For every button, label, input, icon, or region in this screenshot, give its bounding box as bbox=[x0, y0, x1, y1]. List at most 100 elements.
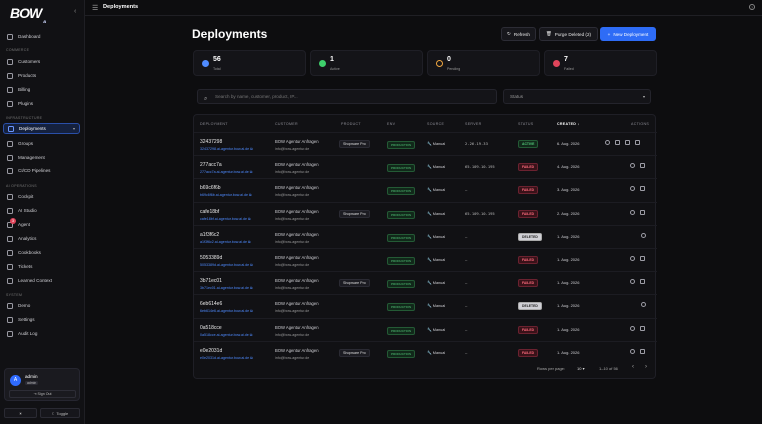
deployment-domain-link[interactable]: b69c6f6b.ai-agentur.bow.ai.de ⧉ bbox=[200, 193, 252, 197]
deployment-domain-link[interactable]: 277acc7a.ai-agentur.bow.ai.de ⧉ bbox=[200, 170, 252, 174]
next-page-button[interactable]: › bbox=[645, 364, 647, 370]
row-actions bbox=[641, 302, 646, 308]
refresh-button[interactable]: ↻ Refresh bbox=[501, 27, 536, 41]
sidebar-item-analytics[interactable]: Analytics bbox=[3, 233, 80, 244]
col-product[interactable]: PRODUCT bbox=[341, 122, 361, 126]
deployment-id[interactable]: 3b71ec01 bbox=[200, 278, 222, 284]
trash-icon[interactable] bbox=[640, 325, 645, 331]
sidebar-item-plugins[interactable]: Plugins bbox=[3, 98, 80, 109]
help-icon[interactable]: ? bbox=[749, 4, 755, 10]
terminal-icon[interactable] bbox=[615, 140, 620, 145]
menu-icon[interactable]: ☰ bbox=[92, 4, 98, 12]
sidebar-item-learned-context[interactable]: Learned Context bbox=[3, 275, 80, 286]
deployment-id[interactable]: b69c6f6b bbox=[200, 185, 221, 191]
col-created[interactable]: CREATED ↓ bbox=[557, 122, 580, 126]
status-filter-select[interactable]: Status ▾ bbox=[503, 89, 651, 104]
sidebar-item-cockpit[interactable]: Cockpit bbox=[3, 191, 80, 202]
brand-logo[interactable]: BOW AI bbox=[10, 5, 60, 24]
search-input[interactable]: ⌕ Search by name, customer, product, IP..… bbox=[197, 89, 497, 104]
sidebar-item-groups[interactable]: Groups bbox=[3, 138, 80, 149]
purge-deleted-button[interactable]: 🗑 Purge Deleted (2) bbox=[539, 27, 598, 41]
sidebar-item-ai-studio[interactable]: AI Studio bbox=[3, 205, 80, 216]
table-row[interactable]: b69c6f6b b69c6f6b.ai-agentur.bow.ai.de ⧉ B… bbox=[194, 178, 657, 201]
trash-icon[interactable] bbox=[640, 209, 645, 215]
deployment-id[interactable]: cafe18bf bbox=[200, 209, 219, 215]
deployment-domain-link[interactable]: 32437298.ai-agentur.bow.ai.de ⧉ bbox=[200, 147, 253, 151]
deployment-id[interactable]: 6eb614e6 bbox=[200, 301, 222, 307]
server-ip: — bbox=[465, 257, 468, 262]
table-row[interactable]: cafe18bf cafe18bf.ai-agentur.bow.ai.de ⧉ B… bbox=[194, 201, 657, 225]
col-status[interactable]: STATUS bbox=[518, 122, 533, 126]
deployment-id[interactable]: 5053389d bbox=[200, 255, 222, 261]
sidebar-item-cicd[interactable]: CI/CD Pipelines bbox=[3, 165, 80, 176]
table-row[interactable]: 0a518cce 0a518cce.ai-agentur.bow.ai.de ⧉ B… bbox=[194, 317, 657, 341]
deployment-domain-link[interactable]: 5053389d.ai-agentur.bow.ai.de ⧉ bbox=[200, 263, 253, 267]
view-icon[interactable] bbox=[630, 186, 635, 192]
rows-per-page-select[interactable]: 10 ▾ bbox=[577, 366, 585, 371]
col-source[interactable]: SOURCE bbox=[427, 122, 444, 126]
view-icon[interactable] bbox=[641, 232, 646, 238]
collapse-sidebar-icon[interactable]: ‹ bbox=[74, 8, 76, 15]
trash-icon[interactable] bbox=[640, 163, 645, 169]
sidebar-item-products[interactable]: Products bbox=[3, 70, 80, 81]
deployment-domain-link[interactable]: 6eb614e6.ai-agentur.bow.ai.de ⧉ bbox=[200, 309, 253, 313]
server-ip: 2.26.19.33 bbox=[465, 141, 488, 146]
deployment-domain-link[interactable]: a1f3f6c2.ai-agentur.bow.ai.de ⧉ bbox=[200, 240, 251, 244]
deployment-domain-link[interactable]: e0e2031d.ai-agentur.bow.ai.de ⧉ bbox=[200, 356, 253, 360]
table-row[interactable]: 5053389d 5053389d.ai-agentur.bow.ai.de ⧉ B… bbox=[194, 248, 657, 271]
theme-toggle-button[interactable]: ☾ Toggle bbox=[40, 408, 80, 418]
sidebar-item-management[interactable]: Management bbox=[3, 152, 80, 163]
sidebar-item-demo[interactable]: Demo bbox=[3, 300, 80, 311]
deployment-id[interactable]: e0e2031d bbox=[200, 348, 222, 354]
sidebar-item-tickets[interactable]: Tickets bbox=[3, 261, 80, 272]
prev-page-button[interactable]: ‹ bbox=[632, 364, 634, 370]
trash-icon[interactable] bbox=[640, 348, 645, 354]
deployment-domain-link[interactable]: 0a518cce.ai-agentur.bow.ai.de ⧉ bbox=[200, 333, 252, 337]
view-icon[interactable] bbox=[641, 302, 646, 308]
view-icon[interactable] bbox=[605, 140, 610, 145]
trash-icon[interactable] bbox=[640, 279, 645, 285]
sidebar-item-cookbooks[interactable]: Cookbooks bbox=[3, 247, 80, 258]
sidebar-item-billing[interactable]: Billing bbox=[3, 84, 80, 95]
sidebar-item-deployments[interactable]: Deployments ▾ bbox=[3, 123, 80, 134]
sidebar-item-dashboard[interactable]: Dashboard bbox=[3, 31, 80, 42]
deployment-domain-link[interactable]: 3b71ec01.ai-agentur.bow.ai.de ⧉ bbox=[200, 286, 253, 290]
trash-icon[interactable] bbox=[635, 140, 640, 145]
table-row[interactable]: a1f3f6c2 a1f3f6c2.ai-agentur.bow.ai.de ⧉ B… bbox=[194, 224, 657, 248]
table-row[interactable]: 32437298 32437298.ai-agentur.bow.ai.de ⧉ B… bbox=[194, 132, 657, 155]
deployment-id[interactable]: 277acc7a bbox=[200, 162, 222, 168]
sign-out-button[interactable]: ⇥ Sign Out bbox=[9, 390, 76, 398]
env-badge: PRODUCTION bbox=[387, 187, 416, 196]
sidebar-item-customers[interactable]: Customers bbox=[3, 56, 80, 67]
col-deployment[interactable]: DEPLOYMENT bbox=[200, 122, 228, 126]
deployment-domain-link[interactable]: cafe18bf.ai-agentur.bow.ai.de ⧉ bbox=[200, 217, 251, 221]
col-env[interactable]: ENV bbox=[387, 122, 395, 126]
table-row[interactable]: 277acc7a 277acc7a.ai-agentur.bow.ai.de ⧉ B… bbox=[194, 155, 657, 178]
view-icon[interactable] bbox=[630, 163, 635, 169]
view-icon[interactable] bbox=[630, 279, 635, 285]
created-date: 1. Aug. 2026 bbox=[557, 280, 580, 286]
view-icon[interactable] bbox=[630, 348, 635, 354]
row-actions bbox=[630, 163, 645, 169]
stop-icon[interactable] bbox=[625, 140, 630, 145]
trash-icon[interactable] bbox=[640, 186, 645, 192]
sidebar-item-settings[interactable]: Settings bbox=[3, 314, 80, 325]
view-icon[interactable] bbox=[630, 209, 635, 215]
view-icon[interactable] bbox=[630, 256, 635, 261]
deployment-id[interactable]: 0a518cce bbox=[200, 325, 222, 331]
sidebar-item-agent[interactable]: 3 Agent bbox=[3, 218, 80, 230]
deployment-id[interactable]: 32437298 bbox=[200, 139, 222, 145]
table-row[interactable]: 3b71ec01 3b71ec01.ai-agentur.bow.ai.de ⧉ B… bbox=[194, 271, 657, 294]
source-label: 🔧 Manual bbox=[427, 304, 446, 309]
col-server[interactable]: SERVER bbox=[465, 122, 482, 126]
view-icon[interactable] bbox=[630, 325, 635, 331]
theme-light-button[interactable]: ☀ bbox=[4, 408, 37, 418]
table-row[interactable]: 6eb614e6 6eb614e6.ai-agentur.bow.ai.de ⧉ B… bbox=[194, 294, 657, 317]
table-row[interactable]: e0e2031d e0e2031d.ai-agentur.bow.ai.de ⧉ B… bbox=[194, 340, 657, 364]
deployment-id[interactable]: a1f3f6c2 bbox=[200, 232, 219, 238]
sidebar: BOW AI ‹ Dashboard COMMERCE Customers Pro… bbox=[0, 0, 85, 424]
col-customer[interactable]: CUSTOMER bbox=[275, 122, 298, 126]
trash-icon[interactable] bbox=[640, 256, 645, 261]
sidebar-item-audit-log[interactable]: Audit Log bbox=[3, 328, 80, 339]
new-deployment-button[interactable]: + New Deployment bbox=[600, 27, 656, 41]
